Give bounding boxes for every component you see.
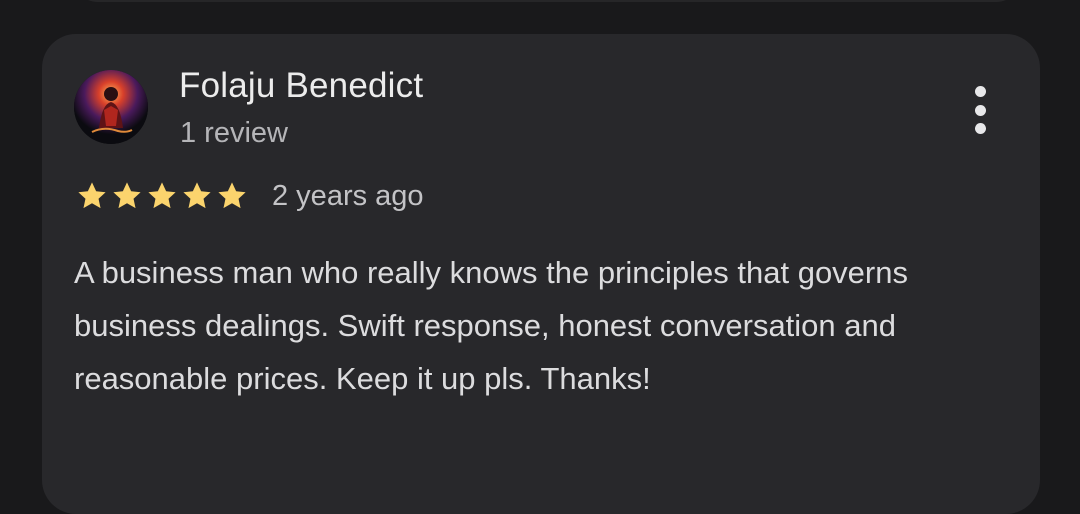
- review-time: 2 years ago: [272, 179, 424, 212]
- star-icon: [146, 180, 178, 212]
- more-vert-icon: [974, 86, 986, 97]
- star-icon: [111, 180, 143, 212]
- star-icon: [216, 180, 248, 212]
- more-options-button[interactable]: [960, 82, 1000, 138]
- profile-photo-icon: [74, 70, 148, 144]
- review-text: A business man who really knows the prin…: [74, 255, 908, 396]
- previous-card-edge: [72, 0, 1022, 2]
- star-icon: [181, 180, 213, 212]
- author-avatar[interactable]: [74, 70, 148, 144]
- more-vert-icon: [974, 104, 986, 116]
- star-rating: [76, 180, 248, 212]
- review-card: Folaju Benedict 1 review 2 years ago A b…: [42, 34, 1040, 514]
- author-name[interactable]: Folaju Benedict: [179, 66, 423, 106]
- rating-row: 2 years ago: [76, 178, 424, 214]
- star-icon: [76, 180, 108, 212]
- more-vert-icon: [974, 123, 986, 134]
- author-review-count[interactable]: 1 review: [180, 117, 288, 150]
